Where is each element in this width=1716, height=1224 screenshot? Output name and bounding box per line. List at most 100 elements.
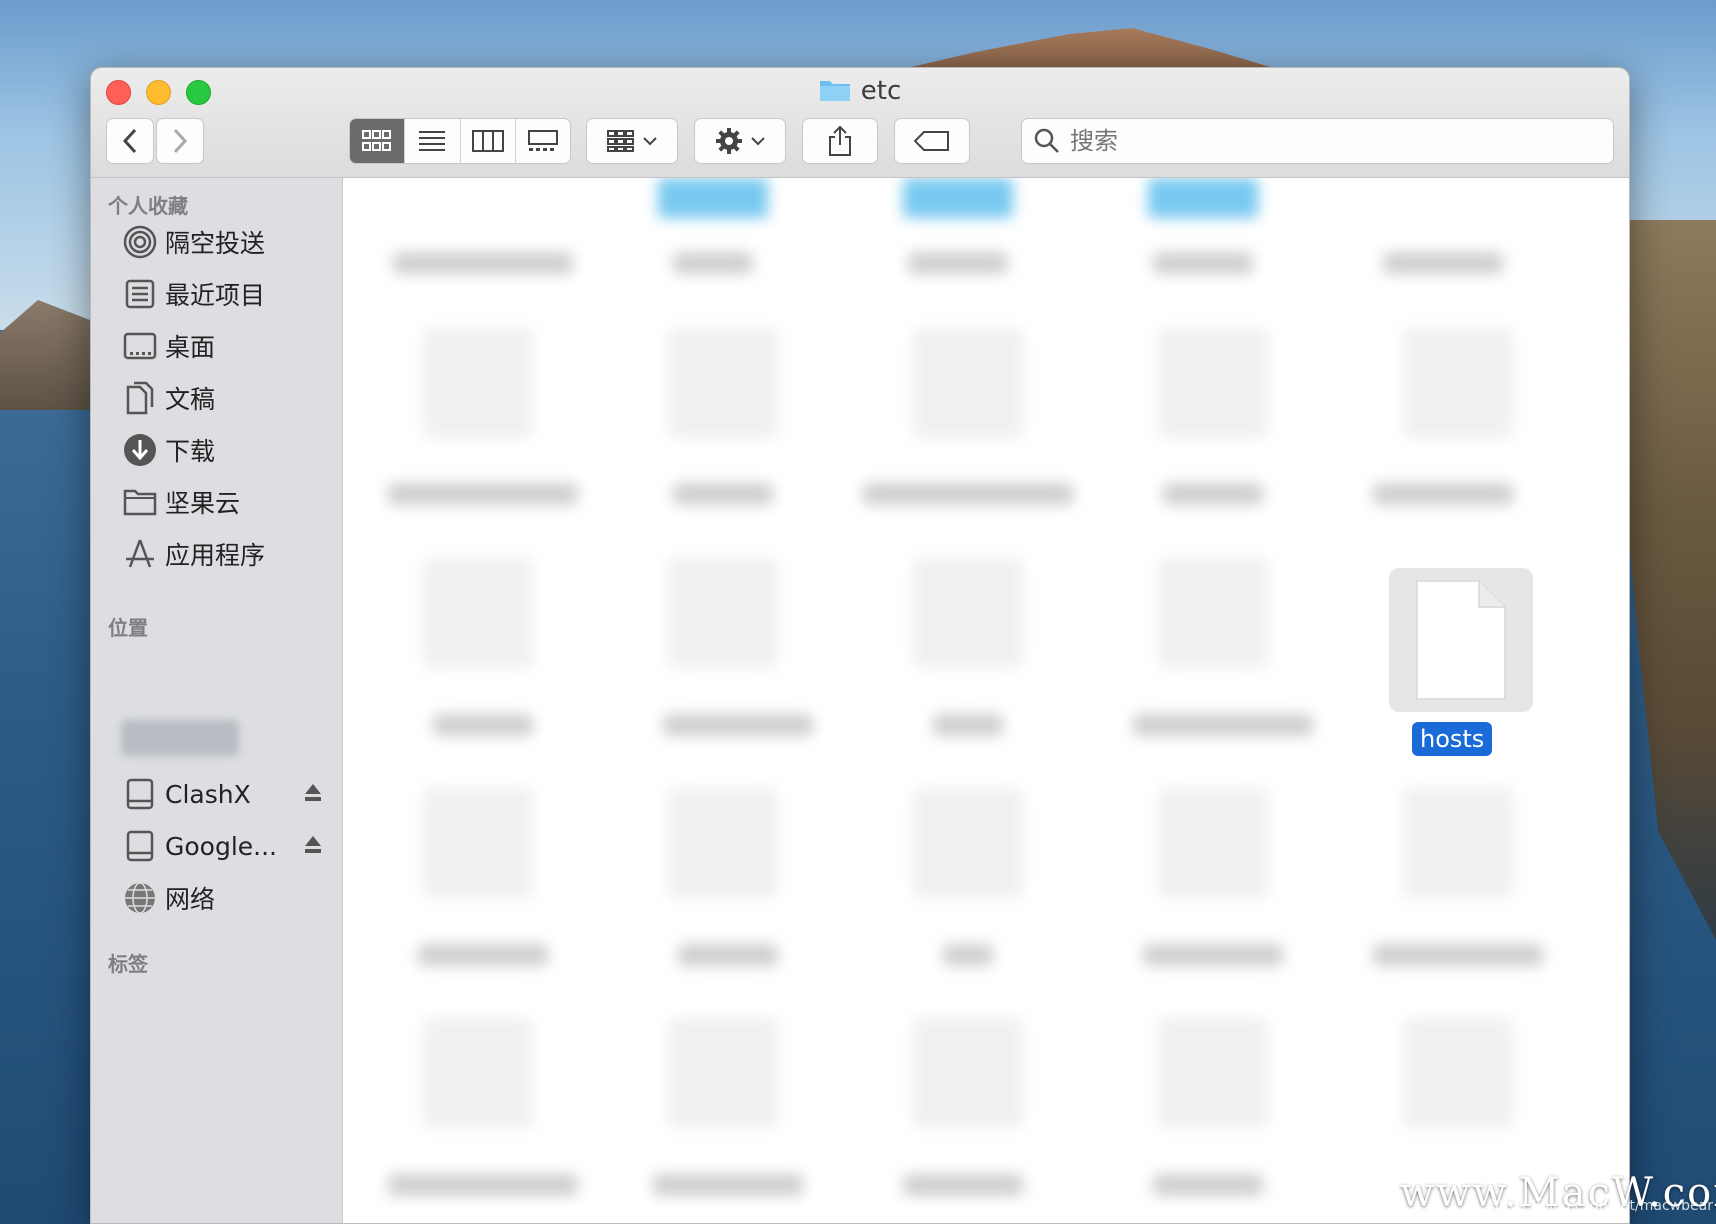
blurred-file[interactable] <box>1403 328 1513 438</box>
blurred-file-label <box>1153 1174 1263 1196</box>
blurred-file[interactable] <box>668 558 778 668</box>
document-icon <box>1416 580 1506 700</box>
forward-button[interactable] <box>156 118 204 164</box>
sidebar-item-google[interactable]: Google... <box>121 824 331 868</box>
sidebar-item-label: 网络 <box>165 885 216 914</box>
eject-icon[interactable] <box>303 782 323 804</box>
sidebar-item-clashx[interactable]: ClashX <box>121 772 331 816</box>
icon-view-button[interactable] <box>350 119 406 163</box>
sidebar-item-label: 文稿 <box>165 385 216 414</box>
blurred-file[interactable] <box>913 788 1023 898</box>
sidebar-item-recents[interactable]: 最近项目 <box>121 272 331 316</box>
sidebar-item-applications[interactable]: 应用程序 <box>121 532 331 576</box>
network-icon <box>121 879 159 917</box>
action-button[interactable] <box>694 118 786 164</box>
blurred-file-label <box>933 714 1003 736</box>
downloads-icon <box>121 431 159 469</box>
share-button[interactable] <box>802 118 878 164</box>
eject-icon[interactable] <box>303 834 323 856</box>
blurred-file-label <box>1373 944 1543 966</box>
blurred-file[interactable] <box>668 1018 778 1128</box>
columns-icon <box>471 130 504 152</box>
applications-icon <box>121 535 159 573</box>
blurred-file[interactable] <box>1158 328 1268 438</box>
blurred-folder[interactable] <box>903 178 1013 218</box>
blurred-folder[interactable] <box>658 178 768 218</box>
window-title: etc <box>91 76 1629 106</box>
blurred-file[interactable] <box>913 558 1023 668</box>
blurred-folder[interactable] <box>1148 178 1258 218</box>
blurred-file[interactable] <box>423 1018 533 1128</box>
sidebar-item-desktop[interactable]: 桌面 <box>121 324 331 368</box>
drive-icon <box>121 827 159 865</box>
documents-icon <box>121 379 159 417</box>
blurred-file[interactable] <box>1403 1018 1513 1128</box>
folder-icon <box>121 483 159 521</box>
blurred-file[interactable] <box>1403 788 1513 898</box>
file-icon-grid: hosts <box>343 178 1629 1223</box>
search-icon <box>1034 128 1059 153</box>
blurred-file[interactable] <box>668 328 778 438</box>
sidebar-item-label: 桌面 <box>165 333 216 362</box>
share-icon <box>829 126 851 156</box>
folder-icon <box>819 81 850 101</box>
blurred-file-label <box>653 1174 803 1196</box>
blurred-file[interactable] <box>423 558 533 668</box>
hosts-file[interactable] <box>1389 568 1533 712</box>
group-by-button[interactable] <box>586 118 678 164</box>
blurred-file-label <box>393 252 573 274</box>
column-view-button[interactable] <box>461 119 516 163</box>
finder-window: etc 搜索 个人收藏 隔空投送 最近项目 桌面 文稿 下载 坚果云 应用程序 … <box>90 67 1630 1224</box>
chevron-down-icon <box>643 137 657 146</box>
sidebar-item-documents[interactable]: 文稿 <box>121 376 331 420</box>
blurred-file[interactable] <box>668 788 778 898</box>
search-field[interactable] <box>1021 118 1614 164</box>
sidebar-item-label: 下载 <box>165 437 216 466</box>
grid-icon <box>607 130 634 152</box>
blurred-file[interactable] <box>1158 1018 1268 1128</box>
blurred-file[interactable] <box>423 788 533 898</box>
locations-header: 位置 <box>108 616 148 640</box>
blurred-file-label <box>433 714 533 736</box>
blurred-file-label <box>1163 483 1263 505</box>
drive-icon <box>121 775 159 813</box>
chevron-down-icon <box>751 137 765 146</box>
blurred-file[interactable] <box>1158 788 1268 898</box>
blurred-file[interactable] <box>1158 558 1268 668</box>
blurred-file-label <box>418 944 548 966</box>
sidebar-item-network[interactable]: 网络 <box>121 876 331 920</box>
blurred-file-label <box>1133 714 1313 736</box>
back-button[interactable] <box>106 118 154 164</box>
sidebar-item-jianguoyun[interactable]: 坚果云 <box>121 480 331 524</box>
grid-icon <box>362 130 392 151</box>
blurred-file-label <box>1143 944 1283 966</box>
redacted-location <box>121 720 239 756</box>
blurred-file[interactable] <box>423 328 533 438</box>
blurred-file-label <box>673 252 753 274</box>
blurred-file-label <box>678 944 778 966</box>
list-view-button[interactable] <box>405 119 461 163</box>
chevron-left-icon <box>122 128 137 154</box>
blurred-file-label <box>863 483 1073 505</box>
tag-icon <box>914 131 949 151</box>
hosts-file-label[interactable]: hosts <box>1412 722 1493 756</box>
sidebar-item-label: 隔空投送 <box>165 229 266 258</box>
blurred-file[interactable] <box>913 328 1023 438</box>
gallery-view-button[interactable] <box>516 119 570 163</box>
tags-header: 标签 <box>108 952 148 976</box>
blurred-file-label <box>1153 252 1253 274</box>
sidebar-item-label: Google... <box>165 831 277 861</box>
tags-button[interactable] <box>894 118 970 164</box>
sidebar-item-downloads[interactable]: 下载 <box>121 428 331 472</box>
gear-icon <box>716 128 742 154</box>
search-input[interactable] <box>1070 127 1570 155</box>
blurred-file-label <box>1373 483 1513 505</box>
blurred-file-label <box>663 714 813 736</box>
recents-icon <box>121 275 159 313</box>
gallery-icon <box>527 130 558 151</box>
sidebar-item-airdrop[interactable]: 隔空投送 <box>121 220 331 264</box>
blurred-file[interactable] <box>913 1018 1023 1128</box>
sidebar-item-label: ClashX <box>165 779 251 809</box>
blurred-file-label <box>388 1174 578 1196</box>
sidebar-item-label: 最近项目 <box>165 281 266 310</box>
